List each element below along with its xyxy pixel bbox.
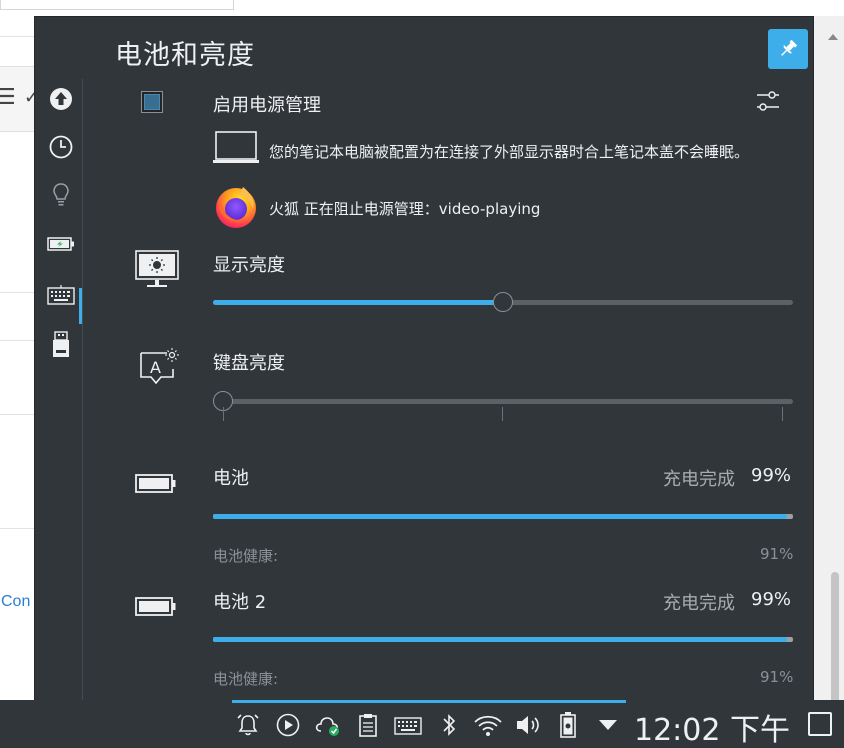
sidebar-item-battery[interactable] xyxy=(45,228,77,260)
tray-volume[interactable] xyxy=(513,710,543,740)
display-brightness-slider[interactable] xyxy=(213,292,793,312)
tray-wifi[interactable] xyxy=(473,710,503,740)
power-settings-button[interactable] xyxy=(755,89,781,113)
keyboard-brightness-icon: A xyxy=(139,347,179,389)
media-player-icon xyxy=(276,713,300,737)
battery-2-icon xyxy=(135,596,177,618)
sidebar-item-usb-drive[interactable] xyxy=(45,329,77,361)
sidebar xyxy=(35,79,83,701)
keyboard-layout-icon xyxy=(394,717,422,735)
keyboard-icon xyxy=(47,285,75,305)
scroll-up-arrow-icon[interactable] xyxy=(828,34,838,40)
tray-clipboard[interactable] xyxy=(353,710,383,740)
svg-text:A: A xyxy=(150,358,161,377)
tray-bluetooth[interactable] xyxy=(434,710,464,740)
tray-notifications[interactable] xyxy=(233,710,263,740)
battery-1-status: 充电完成 xyxy=(663,469,735,490)
settings-sliders-icon xyxy=(757,91,779,111)
battery-2-charge-fill xyxy=(213,637,788,642)
display-brightness-icon xyxy=(135,249,179,291)
background-scrollbar[interactable] xyxy=(814,16,844,712)
bluetooth-icon xyxy=(443,714,456,736)
keyboard-brightness-label: 键盘亮度 xyxy=(213,353,285,374)
display-brightness-label: 显示亮度 xyxy=(213,255,285,276)
notifications-icon xyxy=(237,714,259,736)
keyboard-brightness-slider[interactable] xyxy=(213,391,793,411)
sidebar-item-clock[interactable] xyxy=(45,131,77,163)
battery-brightness-popup: 电池和亮度 启用电源管理 您的笔记本电脑被配置为在连接了外部显示器时合上笔记本盖… xyxy=(34,16,814,701)
sidebar-item-lightbulb[interactable] xyxy=(45,179,77,211)
battery-2-percent: 99% xyxy=(751,589,792,610)
battery-1-percent: 99% xyxy=(751,465,792,486)
tray-keyboard-layout[interactable] xyxy=(393,710,423,740)
popup-title: 电池和亮度 xyxy=(115,40,255,71)
tray-active-indicator xyxy=(232,700,626,703)
power-management-checkbox[interactable] xyxy=(141,91,163,113)
battery-icon xyxy=(47,237,74,251)
pin-button[interactable] xyxy=(768,29,808,69)
taskbar-clock[interactable]: 12:02 下午 xyxy=(634,705,790,748)
sidebar-item-keyboard[interactable] xyxy=(45,279,77,311)
background-input-box[interactable] xyxy=(0,0,234,10)
battery-2-status: 充电完成 xyxy=(663,593,735,614)
sidebar-active-indicator xyxy=(79,288,82,324)
taskbar: 12:02 下午 xyxy=(0,700,844,748)
power-management-label[interactable]: 启用电源管理 xyxy=(213,91,321,117)
display-brightness-fill xyxy=(213,300,503,305)
slider-tick xyxy=(502,407,503,421)
battery-1-charge-fill xyxy=(213,514,788,519)
battery-1-charge-bar xyxy=(213,514,793,519)
battery-2-name: 电池 2 xyxy=(213,592,267,613)
battery-2-health-label: 电池健康: xyxy=(213,670,279,688)
slider-tick xyxy=(782,407,783,421)
slider-tick xyxy=(223,407,224,421)
usb-drive-icon xyxy=(53,331,69,357)
clipboard-icon xyxy=(359,714,377,737)
firefox-icon xyxy=(213,183,259,229)
tray-battery[interactable] xyxy=(553,710,583,740)
laptop-lid-notice: 您的笔记本电脑被配置为在连接了外部显示器时合上笔记本盖不会睡眠。 xyxy=(269,143,750,161)
laptop-icon xyxy=(213,131,259,165)
scrollbar-thumb[interactable] xyxy=(831,572,839,712)
power-inhibitor-notice: 火狐 正在阻止电源管理：video-playing xyxy=(269,200,541,218)
tray-expand-button[interactable] xyxy=(593,710,623,740)
volume-icon xyxy=(517,716,539,734)
battery-tray-icon xyxy=(560,712,576,738)
checkbox-checked-fill xyxy=(144,94,160,110)
show-desktop-button[interactable] xyxy=(808,712,832,736)
battery-1-health-label: 电池健康: xyxy=(213,547,279,565)
battery-2-charge-bar xyxy=(213,637,793,642)
tray-cloud-sync[interactable] xyxy=(313,710,343,740)
battery-1-icon xyxy=(135,473,177,495)
battery-2-health-value: 91% xyxy=(760,668,794,686)
background-link[interactable]: Con xyxy=(1,593,30,611)
expand-tray-icon xyxy=(599,720,617,730)
menu-icon[interactable]: ☰ xyxy=(0,85,16,110)
lightbulb-icon xyxy=(53,183,69,206)
sidebar-item-updates[interactable] xyxy=(45,83,77,115)
tray-media-player[interactable] xyxy=(273,710,303,740)
updates-icon xyxy=(50,88,72,110)
wifi-icon xyxy=(474,715,502,736)
battery-1-health-value: 91% xyxy=(760,545,794,563)
battery-1-name: 电池 xyxy=(213,468,249,489)
clock-icon xyxy=(49,135,73,159)
cloud-sync-icon xyxy=(315,717,339,736)
display-brightness-handle[interactable] xyxy=(493,292,513,312)
pin-icon xyxy=(781,40,797,56)
